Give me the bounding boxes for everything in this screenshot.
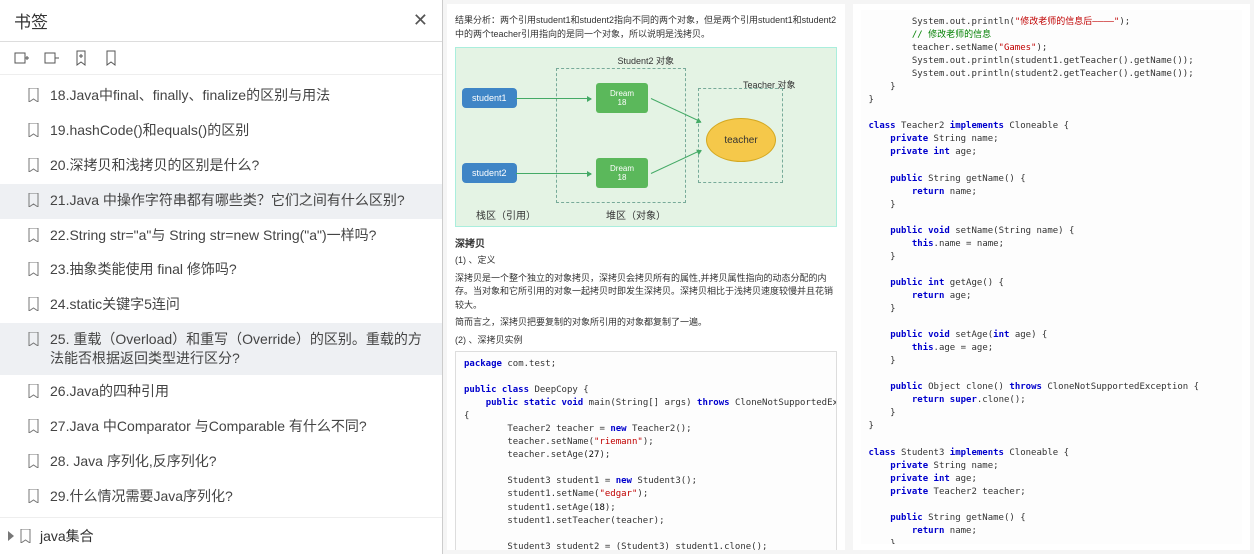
teacher-oval: teacher bbox=[706, 118, 776, 162]
bookmark-item[interactable]: 23.抽象类能使用 final 修饰吗? bbox=[0, 253, 442, 288]
chevron-right-icon bbox=[8, 531, 14, 541]
close-icon[interactable]: ✕ bbox=[413, 10, 428, 31]
bookmark-icon bbox=[28, 297, 42, 316]
page-left: 结果分析：两个引用student1和student2指向不同的两个对象，但是两个… bbox=[447, 4, 845, 550]
document-content: 结果分析：两个引用student1和student2指向不同的两个对象，但是两个… bbox=[443, 0, 1254, 554]
bookmark-item[interactable]: 22.String str="a"与 String str=new String… bbox=[0, 219, 442, 254]
bookmark-icon bbox=[20, 529, 34, 546]
code-classes: System.out.println("修改老师的信息后————"); // 修… bbox=[861, 10, 1243, 544]
bookmark-item[interactable]: 19.hashCode()和equals()的区别 bbox=[0, 114, 442, 149]
sidebar-title: 书签 bbox=[14, 8, 413, 33]
bookmark-item[interactable]: 27.Java 中Comparator 与Comparable 有什么不同? bbox=[0, 410, 442, 445]
bookmark-label: 19.hashCode()和equals()的区别 bbox=[50, 121, 249, 140]
zone-heap: 堆区（对象） bbox=[606, 207, 666, 222]
bookmark-item[interactable]: 26.Java的四种引用 bbox=[0, 375, 442, 410]
bookmark-list[interactable]: 18.Java中final、finally、finalize的区别与用法 19.h… bbox=[0, 75, 442, 517]
bookmark-item[interactable]: 18.Java中final、finally、finalize的区别与用法 bbox=[0, 79, 442, 114]
bookmark-icon bbox=[28, 193, 42, 212]
bookmark-item[interactable]: 21.Java 中操作字符串都有哪些类？它们之间有什么区别? bbox=[0, 184, 442, 219]
h-ex: (2) 、深拷贝实例 bbox=[455, 334, 837, 348]
arrow2 bbox=[516, 173, 591, 174]
collapse-icon[interactable] bbox=[44, 50, 60, 66]
bookmark-item[interactable]: 25. 重载（Overload）和重写（Override）的区别。重载的方法能否… bbox=[0, 323, 442, 375]
bookmark-icon[interactable] bbox=[104, 50, 120, 66]
zone-stack: 栈区（引用） bbox=[476, 207, 536, 222]
bookmark-label: 29.什么情况需要Java序列化? bbox=[50, 487, 233, 506]
bookmark-icon bbox=[28, 262, 42, 281]
bookmark-label: 23.抽象类能使用 final 修饰吗? bbox=[50, 260, 237, 279]
sidebar-toolbar bbox=[0, 42, 442, 75]
footer-label: java集合 bbox=[40, 526, 94, 546]
student1-box: student1 bbox=[462, 88, 517, 108]
copy-diagram: Student2 对象 Teacher 对象 student1 student2… bbox=[455, 47, 837, 227]
sidebar-footer[interactable]: java集合 bbox=[0, 517, 442, 554]
bookmark-item[interactable]: 29.什么情况需要Java序列化? bbox=[0, 480, 442, 515]
bookmark-label: 22.String str="a"与 String str=new String… bbox=[50, 226, 376, 245]
page-right: System.out.println("修改老师的信息后————"); // 修… bbox=[853, 4, 1251, 550]
bookmark-icon bbox=[28, 228, 42, 247]
expand-icon[interactable] bbox=[14, 50, 30, 66]
bookmark-icon bbox=[28, 384, 42, 403]
bookmark-item[interactable]: 28. Java 序列化,反序列化? bbox=[0, 445, 442, 480]
bookmark-label: 21.Java 中操作字符串都有哪些类？它们之间有什么区别? bbox=[50, 191, 405, 210]
p-short: 简而言之，深拷贝把要复制的对象所引用的对象都复制了一遍。 bbox=[455, 316, 837, 330]
bookmark-icon bbox=[28, 489, 42, 508]
dg-student2-label: Student2 对象 bbox=[617, 54, 674, 67]
h-deep: 深拷贝 bbox=[455, 235, 837, 250]
bookmark-icon bbox=[28, 454, 42, 473]
bookmark-add-icon[interactable] bbox=[74, 50, 90, 66]
bookmark-icon bbox=[28, 88, 42, 107]
bookmark-label: 26.Java的四种引用 bbox=[50, 382, 169, 401]
bookmark-icon bbox=[28, 332, 42, 351]
dream1-box: Dream18 bbox=[596, 83, 648, 113]
dream2-box: Dream18 bbox=[596, 158, 648, 188]
bookmark-label: 28. Java 序列化,反序列化? bbox=[50, 452, 217, 471]
bookmark-label: 24.static关键字5连问 bbox=[50, 295, 180, 314]
bookmark-label: 18.Java中final、finally、finalize的区别与用法 bbox=[50, 86, 330, 105]
bookmark-label: 20.深拷贝和浅拷贝的区别是什么? bbox=[50, 156, 259, 175]
bookmark-label: 25. 重载（Overload）和重写（Override）的区别。重载的方法能否… bbox=[50, 330, 428, 368]
bookmark-item[interactable]: 24.static关键字5连问 bbox=[0, 288, 442, 323]
bookmarks-sidebar: 书签 ✕ 18.Java中final、finally、finalize的区别与用… bbox=[0, 0, 443, 554]
student2-box: student2 bbox=[462, 163, 517, 183]
code-deepcopy: package com.test; public class DeepCopy … bbox=[455, 351, 837, 550]
arrow1 bbox=[516, 98, 591, 99]
h-def: (1) 、定义 bbox=[455, 254, 837, 268]
sidebar-header: 书签 ✕ bbox=[0, 0, 442, 42]
bookmark-icon bbox=[28, 419, 42, 438]
bookmark-icon bbox=[28, 158, 42, 177]
bookmark-icon bbox=[28, 123, 42, 142]
bookmark-label: 27.Java 中Comparator 与Comparable 有什么不同? bbox=[50, 417, 367, 436]
bookmark-item[interactable]: 20.深拷贝和浅拷贝的区别是什么? bbox=[0, 149, 442, 184]
p-def: 深拷贝是一个整个独立的对象拷贝，深拷贝会拷贝所有的属性,并拷贝属性指向的动态分配… bbox=[455, 272, 837, 313]
result-analysis: 结果分析：两个引用student1和student2指向不同的两个对象，但是两个… bbox=[455, 14, 837, 41]
